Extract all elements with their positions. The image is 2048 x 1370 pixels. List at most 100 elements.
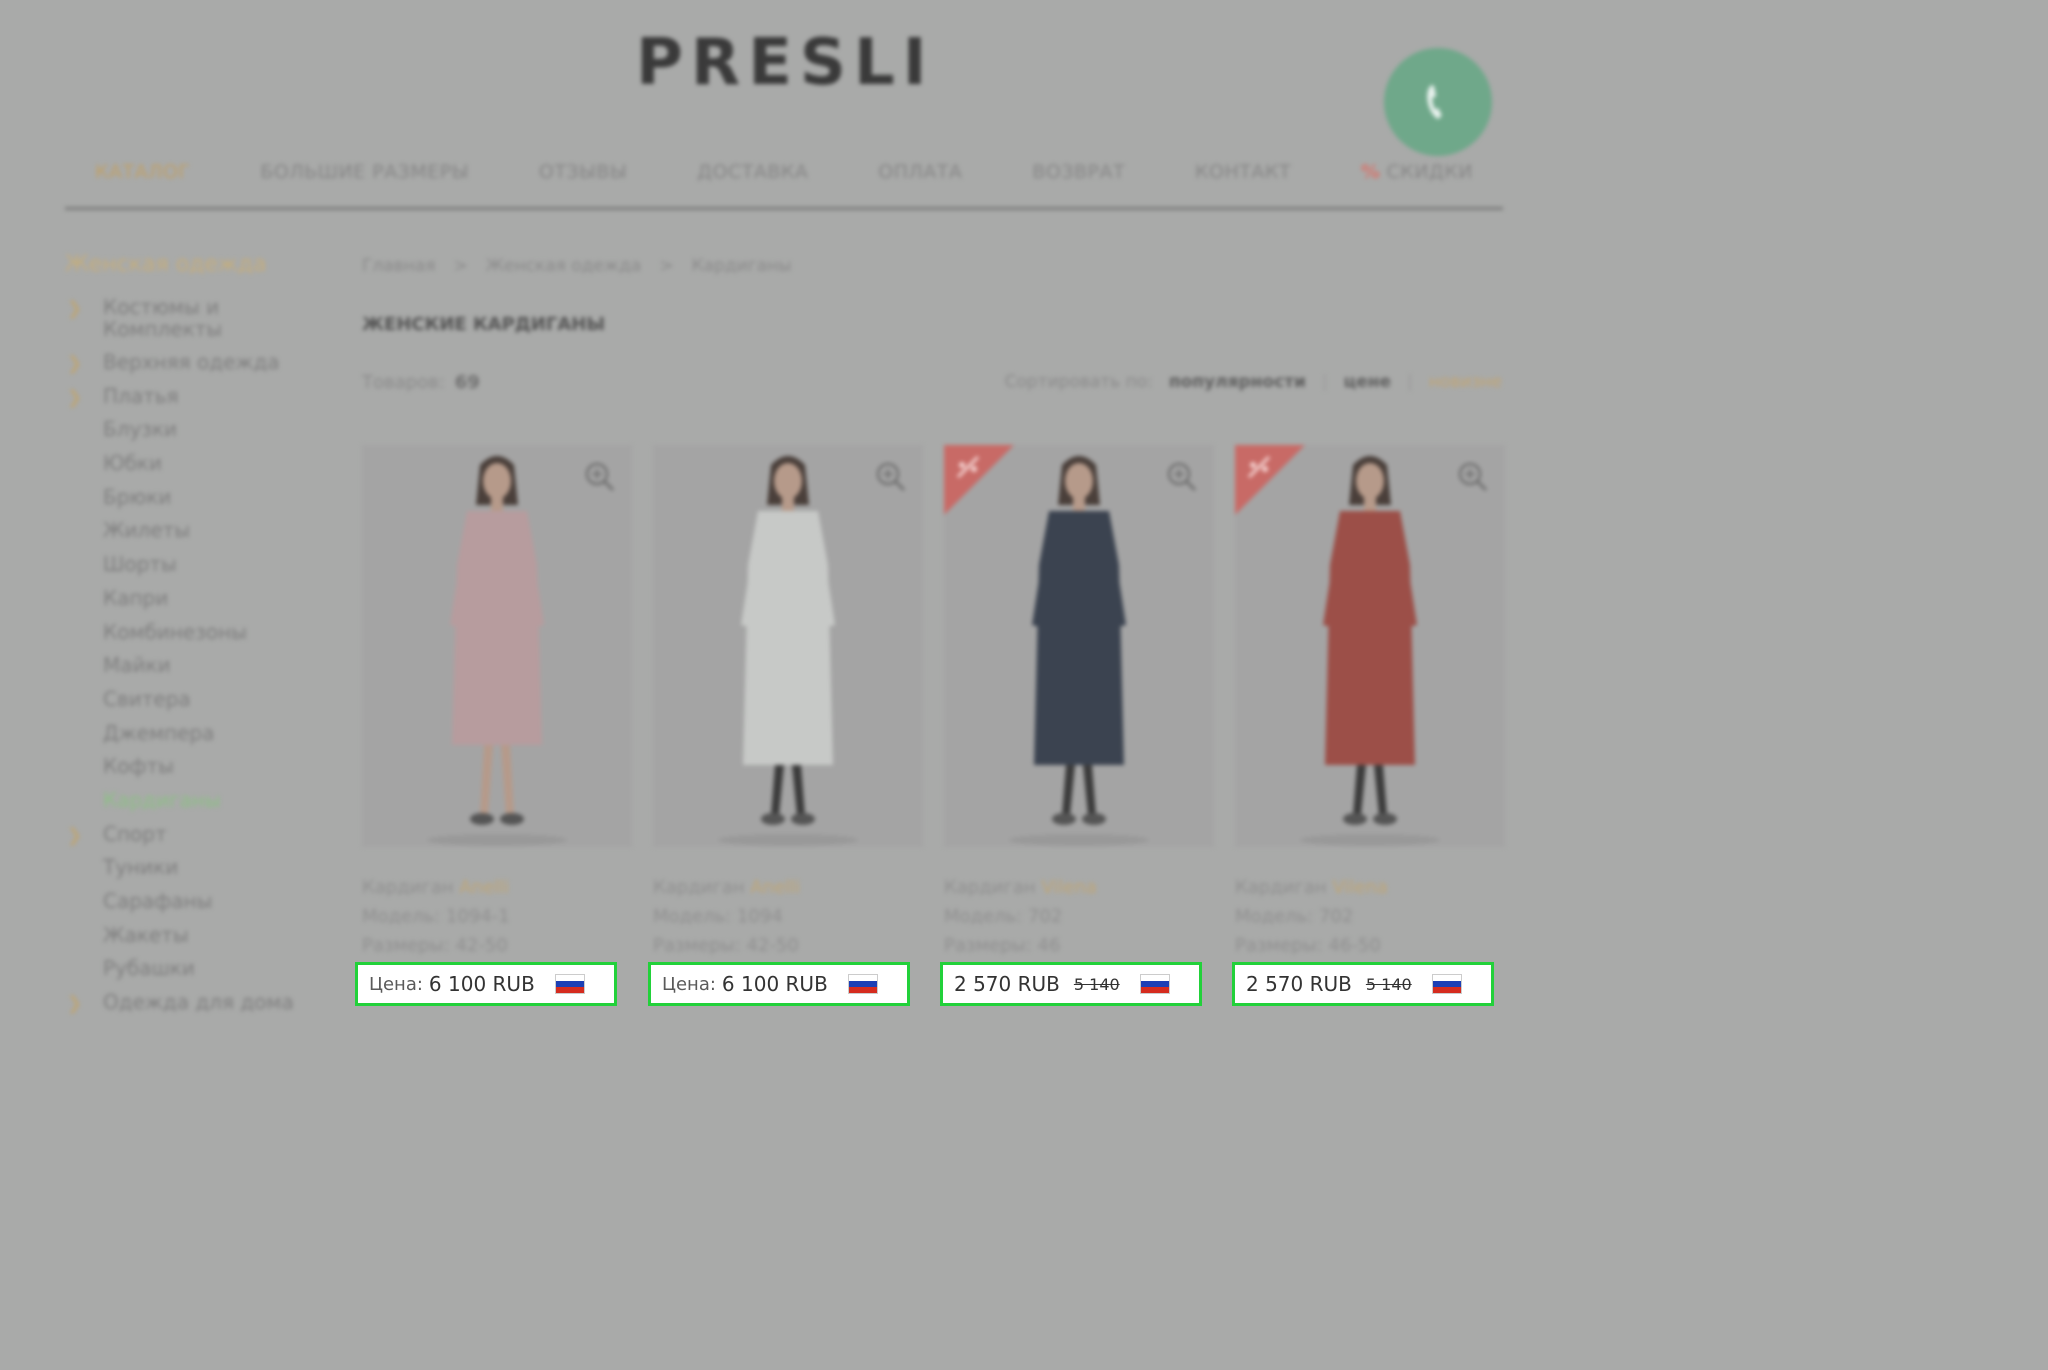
product-info: Кардиган Vilena Модель: 702 Размеры: 46 — [944, 873, 1097, 960]
product-photo[interactable] — [944, 445, 1214, 847]
russian-flag-icon — [554, 974, 585, 994]
sidebar-item-label: Кардиганы — [103, 787, 221, 812]
price-box: Цена: 6 100 RUB — [648, 962, 910, 1006]
product-photo[interactable] — [362, 445, 632, 847]
sidebar-item-label: Жилеты — [103, 518, 191, 543]
sidebar-item-label: Капри — [103, 585, 169, 610]
sidebar-item[interactable]: ❯ Верхняя одежда — [65, 351, 325, 385]
sidebar-item[interactable]: Майки — [65, 654, 325, 688]
site-logo[interactable]: PRESLI — [636, 26, 936, 100]
product-brand[interactable]: Anelli — [750, 877, 800, 898]
sidebar-item[interactable]: Брюки — [65, 486, 325, 520]
sort-by-newest[interactable]: новизне — [1429, 372, 1502, 392]
nav-catalog[interactable]: КАТАЛОГ — [95, 161, 190, 183]
old-price: 5 140 — [1365, 974, 1412, 994]
product-title[interactable]: Кардиган Anelli — [362, 873, 510, 902]
model-illustration — [362, 445, 632, 847]
sidebar-title[interactable]: Женская одежда — [65, 252, 266, 277]
sidebar-item[interactable]: Жакеты — [65, 924, 325, 958]
nav-payment[interactable]: ОПЛАТА — [878, 161, 962, 183]
price-label: Цена: — [369, 973, 423, 995]
sidebar-item-label: Брюки — [103, 484, 172, 509]
breadcrumb-separator: > — [659, 256, 674, 276]
price-label: Цена: — [662, 973, 716, 995]
sidebar-item[interactable]: Туники — [65, 856, 325, 890]
product-brand[interactable]: Vilena — [1041, 877, 1096, 898]
breadcrumb-home[interactable]: Главная — [362, 256, 435, 276]
sidebar-item[interactable]: Блузки — [65, 418, 325, 452]
chevron-right-icon[interactable]: ❯ — [67, 298, 82, 320]
sidebar-item[interactable]: Кофты — [65, 755, 325, 789]
product-type: Кардиган — [1235, 877, 1327, 898]
sidebar-item[interactable]: Жилеты — [65, 519, 325, 553]
sidebar-item[interactable]: ❯ Костюмы и Комплекты — [65, 296, 325, 351]
nav-discounts[interactable]: % СКИДКИ — [1361, 161, 1473, 183]
chevron-right-icon[interactable]: ❯ — [67, 993, 82, 1015]
product-sizes: Размеры: 42-50 — [653, 935, 799, 956]
product-title[interactable]: Кардиган Vilena — [1235, 873, 1388, 902]
nav-delivery[interactable]: ДОСТАВКА — [697, 161, 808, 183]
price-box: 2 570 RUB 5 140 — [1232, 962, 1494, 1006]
sale-ribbon-icon — [1235, 445, 1305, 515]
zoom-icon[interactable] — [584, 461, 616, 493]
price-value: 6 100 RUB — [721, 972, 828, 996]
product-photo[interactable] — [653, 445, 923, 847]
sidebar-item[interactable]: Шорты — [65, 553, 325, 587]
sort-separator: | — [1407, 372, 1413, 392]
product-photo[interactable] — [1235, 445, 1505, 847]
sidebar-item[interactable]: Кардиганы — [65, 789, 325, 823]
breadcrumb-current: Кардиганы — [691, 256, 792, 276]
zoom-icon[interactable] — [1166, 461, 1198, 493]
sidebar-item[interactable]: Свитера — [65, 688, 325, 722]
phone-icon — [1427, 84, 1442, 120]
sidebar-item[interactable]: Юбки — [65, 452, 325, 486]
price-box: 2 570 RUB 5 140 — [940, 962, 1202, 1006]
sidebar-item-label: Сарафаны — [103, 889, 213, 913]
nav-contact[interactable]: КОНТАКТ — [1195, 161, 1291, 183]
chevron-right-icon[interactable]: ❯ — [67, 353, 82, 375]
product-count: Товаров: 69 — [362, 372, 480, 393]
price-value: 2 570 RUB — [1246, 972, 1352, 996]
sort-by-price[interactable]: цене — [1344, 372, 1391, 392]
product-title[interactable]: Кардиган Vilena — [944, 873, 1097, 902]
product-sizes: Размеры: 46-50 — [1235, 935, 1381, 956]
sort-label: Сортировать по: — [1004, 372, 1153, 392]
sidebar-item[interactable]: ❯ Спорт — [65, 823, 325, 857]
sidebar-item-label: Одежда для дома — [103, 990, 294, 1015]
sidebar-item-label: Спорт — [103, 821, 167, 846]
sidebar-item[interactable]: Сарафаны — [65, 890, 325, 924]
product-brand[interactable]: Anelli — [459, 877, 509, 898]
price-value: 6 100 RUB — [428, 972, 535, 996]
product-model: Модель: 702 — [1235, 906, 1354, 927]
product-sizes: Размеры: 42-50 — [362, 935, 508, 956]
sidebar-item-label: Костюмы и Комплекты — [103, 295, 223, 341]
nav-discounts-label: СКИДКИ — [1386, 161, 1473, 183]
breadcrumb-womens-clothing[interactable]: Женская одежда — [486, 256, 642, 276]
product-brand[interactable]: Vilena — [1332, 877, 1387, 898]
logo-text: PRESLI — [636, 26, 935, 100]
sidebar-item[interactable]: Капри — [65, 587, 325, 621]
phone-call-button[interactable] — [1384, 48, 1492, 156]
product-model: Модель: 702 — [944, 906, 1063, 927]
sidebar-item-label: Джемпера — [103, 720, 215, 745]
nav-returns[interactable]: ВОЗВРАТ — [1032, 161, 1125, 183]
sidebar-item[interactable]: Джемпера — [65, 722, 325, 756]
product-count-label: Товаров: — [362, 372, 445, 393]
sidebar-item[interactable]: ❯ Одежда для дома — [65, 991, 325, 1025]
sidebar-item[interactable]: Рубашки — [65, 957, 325, 991]
sort-by-popularity[interactable]: популярности — [1169, 372, 1306, 392]
chevron-right-icon[interactable]: ❯ — [67, 387, 82, 409]
nav-reviews[interactable]: ОТЗЫВЫ — [539, 161, 627, 183]
category-sidebar: ❯ Костюмы и Комплекты ❯ Верхняя одежда ❯ Плат… — [65, 296, 325, 1025]
chevron-right-icon[interactable]: ❯ — [67, 825, 82, 847]
sidebar-item-label: Кофты — [103, 754, 174, 779]
sidebar-item[interactable]: Комбинезоны — [65, 621, 325, 655]
zoom-icon[interactable] — [1457, 461, 1489, 493]
zoom-icon[interactable] — [875, 461, 907, 493]
product-title[interactable]: Кардиган Anelli — [653, 873, 800, 902]
sidebar-item-label: Комбинезоны — [103, 619, 247, 644]
sidebar-item[interactable]: ❯ Платья — [65, 385, 325, 419]
product-type: Кардиган — [362, 877, 454, 898]
nav-plus-sizes[interactable]: БОЛЬШИЕ РАЗМЕРЫ — [260, 161, 469, 183]
sidebar-item-label: Туники — [103, 855, 179, 880]
